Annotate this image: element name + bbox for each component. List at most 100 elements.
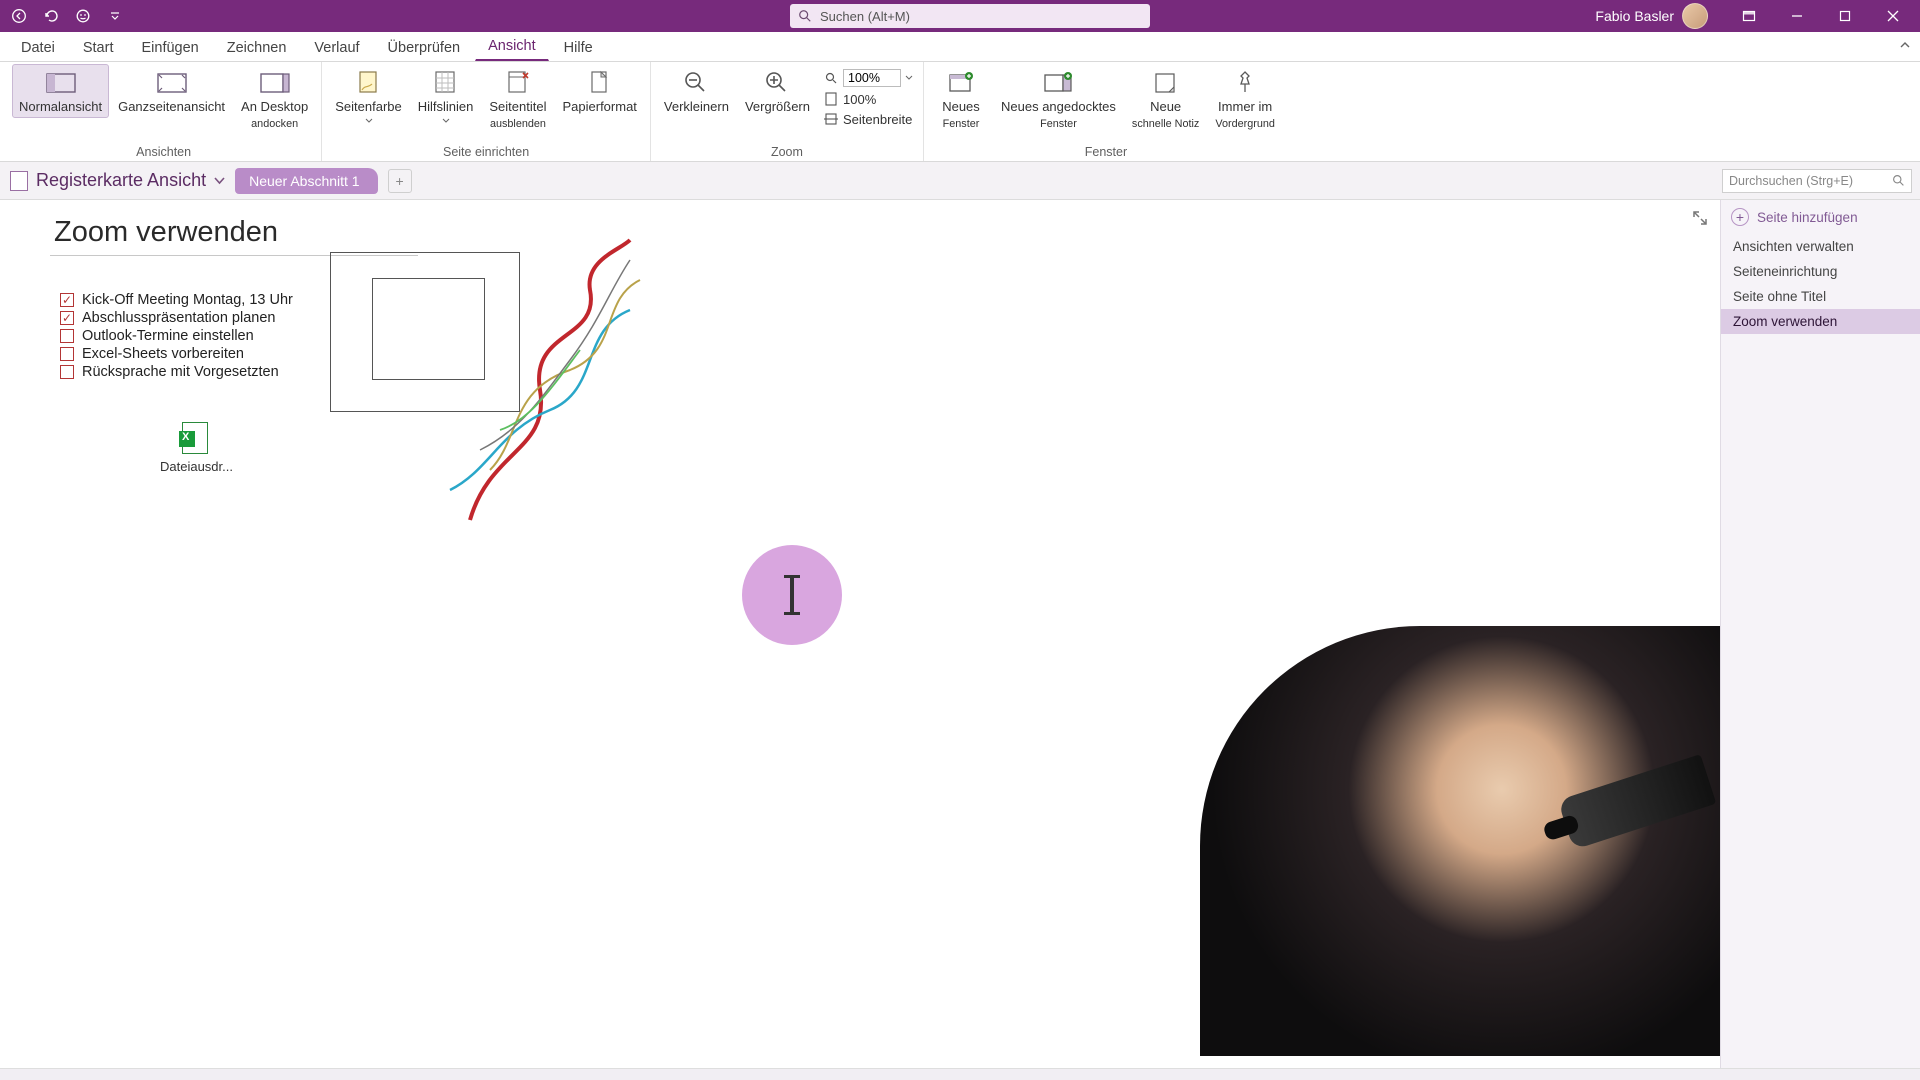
page-item[interactable]: Seite ohne Titel bbox=[1721, 284, 1920, 309]
chevron-down-icon bbox=[214, 177, 225, 185]
always-on-top-label-2: Vordergrund bbox=[1215, 118, 1275, 130]
new-docked-window-icon bbox=[1041, 69, 1075, 97]
zoom-in-icon bbox=[760, 69, 794, 97]
notebook-selector[interactable]: Registerkarte Ansicht bbox=[10, 170, 225, 191]
tab-ueberpruefen[interactable]: Überprüfen bbox=[375, 35, 474, 61]
page-item[interactable]: Zoom verwenden bbox=[1721, 309, 1920, 334]
maximize-button[interactable] bbox=[1824, 0, 1866, 32]
zoom-in-button[interactable]: Vergrößern bbox=[738, 64, 817, 118]
file-printout[interactable]: Dateiausdr... bbox=[160, 422, 230, 474]
checkbox-icon[interactable] bbox=[60, 365, 74, 379]
zoom-pagewidth-label: Seitenbreite bbox=[843, 112, 912, 127]
normal-view-button[interactable]: Normalansicht bbox=[12, 64, 109, 118]
ribbon-display-button[interactable] bbox=[1728, 0, 1770, 32]
global-search[interactable]: Suchen (Alt+M) bbox=[790, 4, 1150, 28]
chevron-down-icon bbox=[365, 118, 373, 124]
account-control[interactable]: Fabio Basler bbox=[1595, 3, 1708, 29]
tab-einfuegen[interactable]: Einfügen bbox=[128, 35, 211, 61]
checkbox-icon[interactable] bbox=[60, 329, 74, 343]
hide-title-icon bbox=[501, 69, 535, 97]
page-item[interactable]: Seiteneinrichtung bbox=[1721, 259, 1920, 284]
add-section-button[interactable]: + bbox=[388, 169, 412, 193]
dock-to-desktop-button[interactable]: An Desktop andocken bbox=[234, 64, 315, 133]
paper-size-button[interactable]: Papierformat bbox=[555, 64, 643, 118]
page-list: Ansichten verwalten Seiteneinrichtung Se… bbox=[1721, 234, 1920, 334]
page-color-icon bbox=[352, 69, 386, 97]
list-item[interactable]: Kick-Off Meeting Montag, 13 Uhr bbox=[60, 292, 293, 308]
checkbox-icon[interactable] bbox=[60, 293, 74, 307]
quick-note-icon bbox=[1149, 69, 1183, 97]
hide-title-label-1: Seitentitel bbox=[489, 100, 546, 115]
tab-verlauf[interactable]: Verlauf bbox=[301, 35, 372, 61]
checkbox-icon[interactable] bbox=[60, 311, 74, 325]
page-canvas[interactable]: Zoom verwenden Kick-Off Meeting Montag, … bbox=[0, 200, 1720, 1068]
tab-ansicht[interactable]: Ansicht bbox=[475, 33, 549, 61]
zoom-pagewidth-button[interactable]: Seitenbreite bbox=[819, 110, 917, 128]
ink-strokes[interactable] bbox=[430, 220, 710, 540]
quick-note-label-1: Neue bbox=[1150, 100, 1181, 115]
section-tab[interactable]: Neuer Abschnitt 1 bbox=[235, 168, 378, 194]
notebook-search[interactable]: Durchsuchen (Strg+E) bbox=[1722, 169, 1912, 193]
task-label: Rücksprache mit Vorgesetzten bbox=[82, 364, 279, 380]
page-color-button[interactable]: Seitenfarbe bbox=[328, 64, 409, 127]
task-label: Outlook-Termine einstellen bbox=[82, 328, 254, 344]
list-item[interactable]: Abschlusspräsentation planen bbox=[60, 310, 293, 326]
fullpage-view-button[interactable]: Ganzseitenansicht bbox=[111, 64, 232, 118]
zoom-out-icon bbox=[679, 69, 713, 97]
rule-lines-button[interactable]: Hilfslinien bbox=[411, 64, 481, 127]
notebook-name: Registerkarte Ansicht bbox=[36, 170, 206, 191]
zoom-value-field[interactable] bbox=[843, 69, 901, 87]
task-label: Excel-Sheets vorbereiten bbox=[82, 346, 244, 362]
group-label-fenster: Fenster bbox=[930, 143, 1282, 161]
zoom-level-input[interactable] bbox=[819, 68, 917, 88]
page-item[interactable]: Ansichten verwalten bbox=[1721, 234, 1920, 259]
zoom-100-label: 100% bbox=[843, 92, 876, 107]
tab-zeichnen[interactable]: Zeichnen bbox=[214, 35, 300, 61]
zoom-in-label: Vergrößern bbox=[745, 100, 810, 115]
zoom-100-button[interactable]: 100% bbox=[819, 90, 917, 108]
zoom-out-button[interactable]: Verkleinern bbox=[657, 64, 736, 118]
section-bar: Registerkarte Ansicht Neuer Abschnitt 1 … bbox=[0, 162, 1920, 200]
notebook-search-placeholder: Durchsuchen (Strg+E) bbox=[1729, 174, 1853, 188]
new-window-button[interactable]: Neues Fenster bbox=[930, 64, 992, 133]
new-docked-window-button[interactable]: Neues angedocktes Fenster bbox=[994, 64, 1123, 133]
minimize-button[interactable] bbox=[1776, 0, 1818, 32]
hide-title-button[interactable]: Seitentitel ausblenden bbox=[482, 64, 553, 133]
add-page-button[interactable]: + Seite hinzufügen bbox=[1721, 200, 1920, 234]
search-icon bbox=[798, 9, 812, 23]
undo-button[interactable] bbox=[38, 3, 64, 29]
dock-icon bbox=[258, 69, 292, 97]
search-placeholder: Suchen (Alt+M) bbox=[820, 9, 910, 24]
ribbon-group-seite: Seitenfarbe Hilfslinien Seitentitel ausb… bbox=[322, 62, 651, 161]
list-item[interactable]: Excel-Sheets vorbereiten bbox=[60, 346, 293, 362]
chevron-down-icon bbox=[905, 75, 913, 81]
task-label: Kick-Off Meeting Montag, 13 Uhr bbox=[82, 292, 293, 308]
list-item[interactable]: Outlook-Termine einstellen bbox=[60, 328, 293, 344]
checkbox-icon[interactable] bbox=[60, 347, 74, 361]
cursor-highlight bbox=[742, 545, 842, 645]
quick-note-button[interactable]: Neue schnelle Notiz bbox=[1125, 64, 1206, 133]
quick-access-toolbar bbox=[0, 3, 134, 29]
always-on-top-button[interactable]: Immer im Vordergrund bbox=[1208, 64, 1282, 133]
zoom-presets: 100% Seitenbreite bbox=[819, 64, 917, 128]
new-window-label-2: Fenster bbox=[943, 118, 980, 130]
new-window-label-1: Neues bbox=[942, 100, 980, 115]
page-color-label: Seitenfarbe bbox=[335, 100, 402, 115]
tab-start[interactable]: Start bbox=[70, 35, 127, 61]
microphone bbox=[1558, 754, 1717, 850]
tab-datei[interactable]: Datei bbox=[8, 35, 68, 61]
qat-customize-button[interactable] bbox=[102, 3, 128, 29]
always-on-top-label-1: Immer im bbox=[1218, 100, 1272, 115]
list-item[interactable]: Rücksprache mit Vorgesetzten bbox=[60, 364, 293, 380]
back-button[interactable] bbox=[6, 3, 32, 29]
ribbon-group-fenster: Neues Fenster Neues angedocktes Fenster … bbox=[924, 62, 1288, 161]
close-button[interactable] bbox=[1872, 0, 1914, 32]
touch-mode-button[interactable] bbox=[70, 3, 96, 29]
quick-note-label-2: schnelle Notiz bbox=[1132, 118, 1199, 130]
webcam-overlay bbox=[1200, 626, 1720, 1056]
page-title[interactable]: Zoom verwenden bbox=[50, 216, 418, 256]
section-name: Neuer Abschnitt 1 bbox=[249, 173, 360, 189]
collapse-ribbon-button[interactable] bbox=[1898, 38, 1912, 52]
tab-hilfe[interactable]: Hilfe bbox=[551, 35, 606, 61]
expand-page-button[interactable] bbox=[1692, 210, 1708, 226]
